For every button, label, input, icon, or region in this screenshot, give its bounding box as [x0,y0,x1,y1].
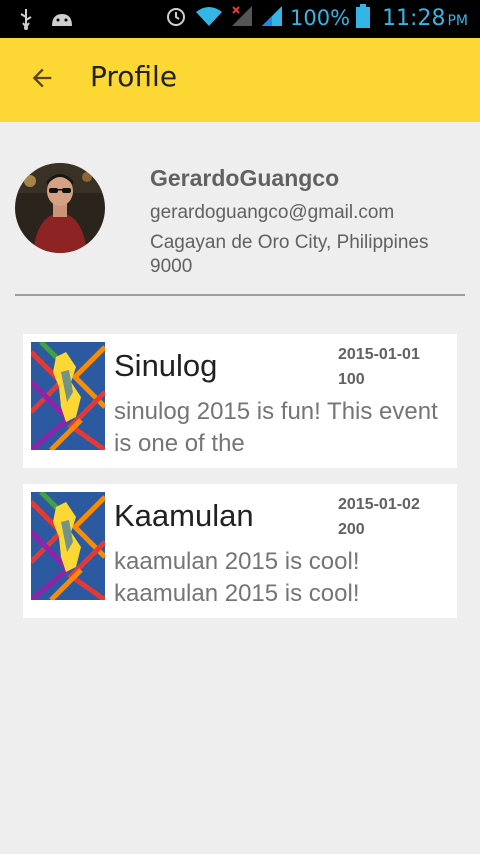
event-thumbnail [31,492,105,600]
event-count: 100 [338,371,365,388]
battery-percent: 100% [290,6,351,30]
event-description: kaamulan 2015 is cool! kaamulan 2015 is … [114,548,360,607]
event-date: 2015-01-02 [338,496,420,513]
event-description: sinulog 2015 is fun! This event is one o… [114,398,438,457]
profile-email: gerardoguangco@gmail.com [150,202,395,223]
event-card[interactable]: Kaamulan 2015-01-02 200 kaamulan 2015 is… [23,484,457,618]
android-icon [50,10,74,32]
event-count: 200 [338,521,365,538]
event-title: Kaamulan [114,498,254,533]
signal-icon [230,4,254,32]
toolbar: Profile [0,38,480,122]
alarm-icon [164,4,188,32]
avatar [15,163,105,253]
clock: 11:28 PM [382,6,468,31]
event-title: Sinulog [114,348,218,383]
event-date: 2015-01-01 [338,346,420,363]
profile-address: Cagayan de Oro City, Philippines 9000 [150,232,429,277]
signal-icon [260,4,284,32]
battery-icon [356,4,371,32]
divider [15,294,465,296]
usb-icon [18,8,34,34]
clock-ampm: PM [447,12,468,29]
wifi-icon [194,4,224,32]
back-button[interactable] [20,58,64,102]
page-title: Profile [90,60,178,93]
clock-time: 11:28 [382,5,446,31]
event-thumbnail [31,342,105,450]
status-bar: 100% 11:28 PM [0,0,480,38]
profile-name: GerardoGuangco [150,165,340,191]
event-card[interactable]: Sinulog 2015-01-01 100 sinulog 2015 is f… [23,334,457,468]
arrow-back-icon [28,64,56,96]
